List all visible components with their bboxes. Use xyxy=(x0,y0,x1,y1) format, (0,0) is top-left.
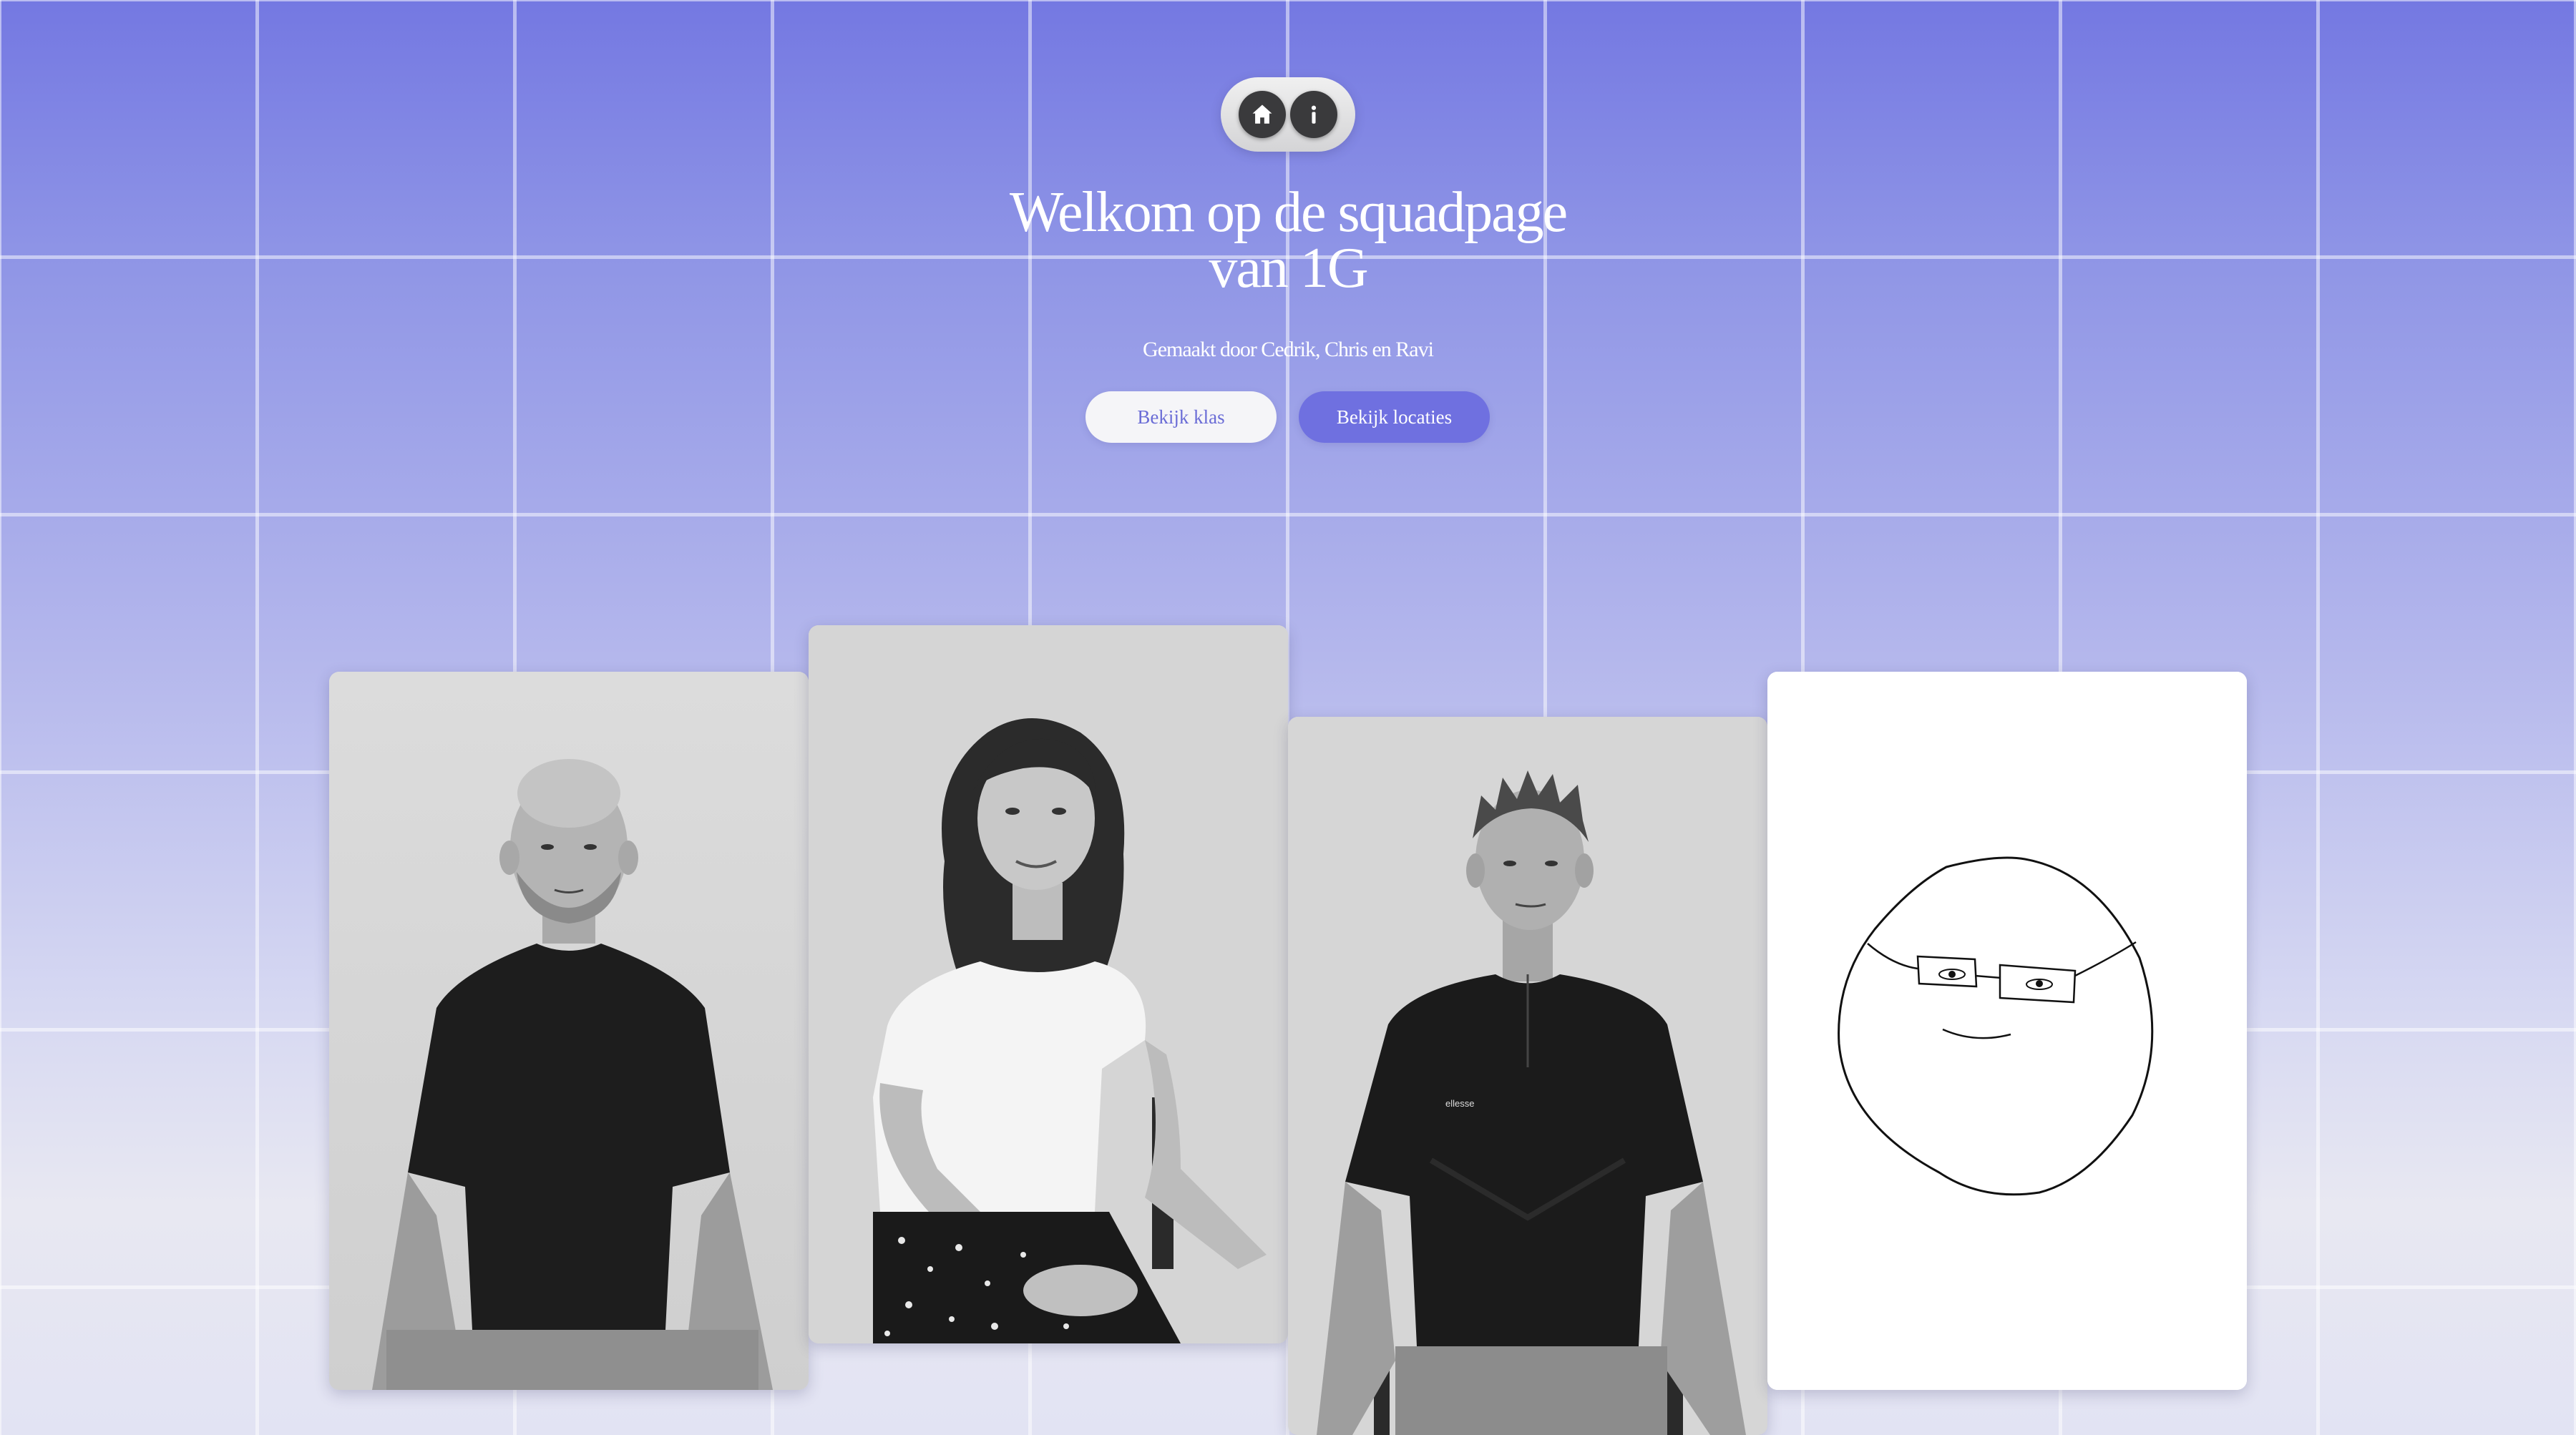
svg-text:ellesse: ellesse xyxy=(1445,1098,1474,1109)
view-class-button[interactable]: Bekijk klas xyxy=(1085,391,1277,443)
view-locations-button[interactable]: Bekijk locaties xyxy=(1299,391,1490,443)
home-button[interactable] xyxy=(1239,91,1286,138)
team-photo-1[interactable] xyxy=(329,672,809,1390)
title-line-1: Welkom op de squadpage xyxy=(1009,181,1568,244)
info-icon xyxy=(1311,105,1317,124)
team-photo-3[interactable]: ellesse xyxy=(1288,717,1767,1435)
team-drawing[interactable] xyxy=(1767,672,2247,1390)
title-line-2: van 1G xyxy=(1209,237,1368,300)
team-photo-2[interactable] xyxy=(809,625,1288,1343)
home-icon xyxy=(1252,104,1272,124)
page-title: Welkom op de squadpage van 1G xyxy=(0,181,2576,300)
top-nav xyxy=(1221,77,1355,152)
portrait-man-bald xyxy=(329,672,809,1390)
portrait-man-polo: ellesse xyxy=(1288,717,1767,1435)
subtitle: Gemaakt door Cedrik, Chris en Ravi xyxy=(1143,338,1434,361)
face-sketch xyxy=(1767,672,2247,1390)
portrait-woman xyxy=(809,625,1288,1343)
info-button[interactable] xyxy=(1290,91,1337,138)
